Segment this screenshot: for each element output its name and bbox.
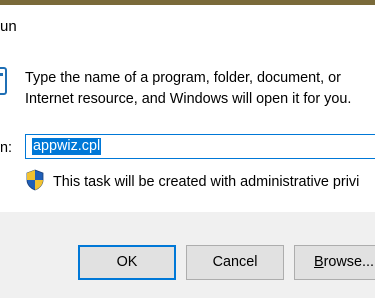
uac-shield-icon — [26, 169, 44, 191]
ok-button[interactable]: OK — [78, 245, 176, 280]
admin-note: This task will be created with administr… — [53, 174, 360, 190]
window-title: un — [0, 18, 17, 35]
browse-accelerator: B — [314, 254, 324, 270]
run-icon — [0, 67, 7, 95]
open-label: n: — [0, 140, 13, 156]
browse-label-rest: rowse... — [323, 254, 374, 270]
title-bar[interactable]: un — [0, 5, 375, 38]
open-input-value[interactable]: appwiz.cpl — [32, 138, 102, 155]
cancel-button[interactable]: Cancel — [186, 245, 284, 280]
run-dialog: un Type the name of a program, folder, d… — [0, 0, 375, 298]
browse-button[interactable]: Browse... — [294, 245, 375, 280]
open-input[interactable]: appwiz.cpl — [25, 134, 375, 159]
dialog-message: Type the name of a program, folder, docu… — [25, 70, 352, 107]
